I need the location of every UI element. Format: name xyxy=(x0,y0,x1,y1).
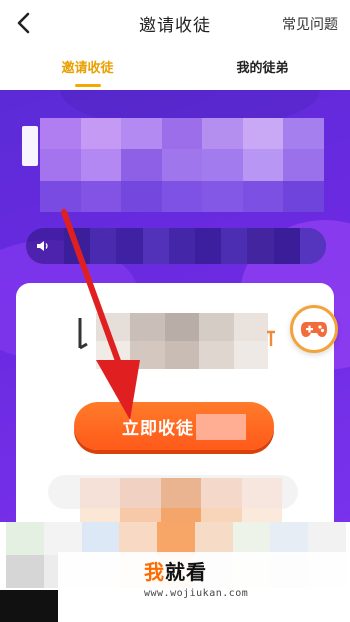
watermark-brand-part1: 我 xyxy=(144,562,165,584)
pixelated-headline xyxy=(40,118,324,212)
game-button[interactable] xyxy=(290,305,338,353)
headline-fragment xyxy=(78,318,88,356)
watermark-url: www.wojiukan.com xyxy=(144,588,249,599)
speaker-icon xyxy=(26,228,60,264)
headline-fragment xyxy=(22,126,38,166)
tab-my-apprentices-label: 我的徒弟 xyxy=(236,60,289,75)
chevron-left-icon xyxy=(17,12,30,34)
headline-fragment xyxy=(266,328,276,348)
screen-edge xyxy=(0,590,58,622)
gamepad-icon xyxy=(301,322,327,337)
tab-invite[interactable]: 邀请收徒 xyxy=(0,46,175,90)
app-screen: 邀请收徒 常见问题 邀请收徒 我的徒弟 立即收徒 我就看 www.wojiuka… xyxy=(0,0,350,622)
tab-my-apprentices[interactable]: 我的徒弟 xyxy=(175,46,350,90)
announcement-bar xyxy=(26,228,326,264)
tab-bar: 邀请收徒 我的徒弟 xyxy=(0,46,350,90)
page-title: 邀请收徒 xyxy=(139,15,211,35)
pixelated-card-title xyxy=(96,313,268,369)
watermark-brand-part2: 就看 xyxy=(165,562,207,584)
faq-link[interactable]: 常见问题 xyxy=(282,14,338,34)
pixelated-announcement xyxy=(64,228,326,264)
active-tab-indicator xyxy=(74,84,101,87)
pixelated-button-text xyxy=(196,414,246,440)
invite-now-label: 立即收徒 xyxy=(122,418,194,438)
tab-invite-label: 邀请收徒 xyxy=(61,60,114,75)
back-button[interactable] xyxy=(10,9,38,37)
watermark: 我就看 www.wojiukan.com xyxy=(58,552,350,616)
watermark-brand: 我就看 xyxy=(144,556,207,585)
top-bar: 邀请收徒 常见问题 xyxy=(0,0,350,46)
